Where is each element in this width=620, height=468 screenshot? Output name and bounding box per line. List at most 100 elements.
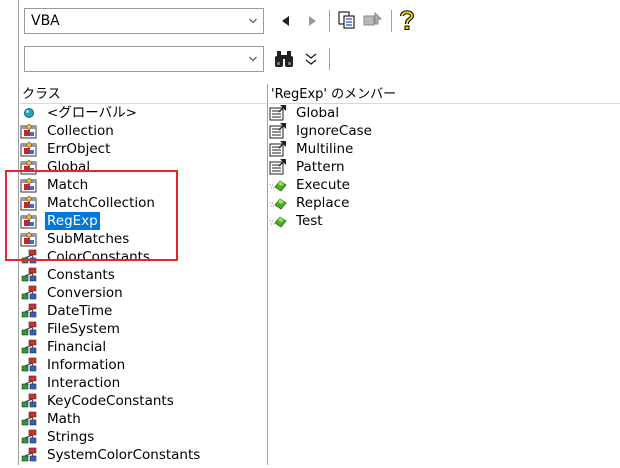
class-icon: [20, 195, 38, 211]
member-item-test[interactable]: Test: [269, 212, 619, 230]
toolbar-separator: [329, 10, 330, 32]
help-button[interactable]: [398, 9, 416, 31]
class-item-errobject[interactable]: ErrObject: [20, 140, 265, 158]
class-item-label: Information: [47, 357, 126, 373]
member-item-label: Multiline: [296, 141, 354, 157]
help-question-icon: [400, 10, 414, 30]
class-item-match[interactable]: Match: [20, 176, 265, 194]
member-item-label: Global: [296, 105, 340, 121]
class-item-regexp[interactable]: RegExp: [20, 212, 265, 230]
double-chevron-down-icon: [305, 53, 317, 65]
class-item-label: ErrObject: [47, 141, 111, 157]
class-item-label: ColorConstants: [47, 249, 150, 265]
triangle-left-icon: [282, 16, 289, 26]
search-dropdown[interactable]: [24, 46, 264, 72]
class-item-label: Interaction: [47, 375, 121, 391]
member-item-label: Test: [296, 213, 323, 229]
class-item-datetime[interactable]: DateTime: [20, 302, 265, 320]
binoculars-icon: [275, 51, 293, 67]
copy-icon: [338, 11, 355, 29]
member-item-label: Replace: [296, 195, 350, 211]
view-definition-icon: [363, 11, 383, 26]
class-item-filesystem[interactable]: FileSystem: [20, 320, 265, 338]
class-item-label: Match: [47, 177, 89, 193]
toolbar-separator: [329, 48, 330, 70]
module-icon: [20, 393, 38, 409]
module-icon: [20, 357, 38, 373]
class-item-label: Conversion: [47, 285, 123, 301]
class-item-conversion[interactable]: Conversion: [20, 284, 265, 302]
view-definition-button[interactable]: [361, 9, 385, 31]
go-back-button[interactable]: [279, 12, 293, 30]
class-item-label: RegExp: [45, 212, 100, 230]
search-button[interactable]: [273, 48, 295, 70]
class-item-label: SystemColorConstants: [47, 447, 201, 463]
class-icon: [20, 159, 38, 175]
member-item-global[interactable]: Global: [269, 104, 619, 122]
class-item-matchcollection[interactable]: MatchCollection: [20, 194, 265, 212]
class-item-strings[interactable]: Strings: [20, 428, 265, 446]
module-icon: [20, 303, 38, 319]
member-item-execute[interactable]: Execute: [269, 176, 619, 194]
class-item-globals[interactable]: <グローバル>: [20, 104, 265, 122]
class-item-global[interactable]: Global: [20, 158, 265, 176]
class-item-label: Collection: [47, 123, 114, 139]
pane-divider[interactable]: [267, 84, 268, 465]
module-icon: [20, 411, 38, 427]
class-item-collection[interactable]: Collection: [20, 122, 265, 140]
class-item-colorconstants[interactable]: ColorConstants: [20, 248, 265, 266]
member-item-label: Execute: [296, 177, 350, 193]
triangle-right-icon: [309, 16, 316, 26]
class-item-label: DateTime: [47, 303, 113, 319]
module-icon: [20, 429, 38, 445]
go-forward-button[interactable]: [305, 12, 319, 30]
library-dropdown-value: VBA: [31, 13, 60, 29]
class-icon: [20, 123, 38, 139]
module-icon: [20, 447, 38, 463]
class-item-label: FileSystem: [47, 321, 120, 337]
member-item-ignorecase[interactable]: IgnoreCase: [269, 122, 619, 140]
class-item-label: Math: [47, 411, 81, 427]
classes-list[interactable]: <グローバル> Collection ErrObject Global Match Mat…: [20, 104, 265, 464]
class-item-label: KeyCodeConstants: [47, 393, 174, 409]
member-item-pattern[interactable]: Pattern: [269, 158, 619, 176]
classes-header: クラス: [20, 86, 266, 104]
module-icon: [20, 339, 38, 355]
class-item-systemcolorconstants[interactable]: SystemColorConstants: [20, 446, 265, 464]
property-icon: [269, 159, 287, 175]
window-left-border: [18, 0, 19, 465]
module-icon: [20, 375, 38, 391]
class-item-information[interactable]: Information: [20, 356, 265, 374]
class-item-label: Constants: [47, 267, 115, 283]
class-icon: [20, 231, 38, 247]
members-header: 'RegExp' のメンバー: [269, 86, 620, 104]
class-item-constants[interactable]: Constants: [20, 266, 265, 284]
property-icon: [269, 123, 287, 139]
class-item-keycodeconstants[interactable]: KeyCodeConstants: [20, 392, 265, 410]
class-item-label: SubMatches: [47, 231, 130, 247]
member-item-label: Pattern: [296, 159, 345, 175]
module-icon: [20, 249, 38, 265]
property-icon: [269, 141, 287, 157]
module-icon: [20, 267, 38, 283]
class-item-label: <グローバル>: [47, 105, 137, 121]
library-dropdown[interactable]: VBA: [24, 8, 264, 34]
member-item-replace[interactable]: Replace: [269, 194, 619, 212]
chevron-down-icon: [249, 56, 257, 62]
class-item-interaction[interactable]: Interaction: [20, 374, 265, 392]
copy-to-clipboard-button[interactable]: [336, 9, 358, 31]
members-list[interactable]: Global IgnoreCase Multiline Pattern Execute R…: [269, 104, 619, 230]
property-icon: [269, 105, 287, 121]
class-icon: [20, 141, 38, 157]
class-item-math[interactable]: Math: [20, 410, 265, 428]
module-icon: [20, 285, 38, 301]
member-item-multiline[interactable]: Multiline: [269, 140, 619, 158]
class-icon: [20, 177, 38, 193]
method-icon: [269, 195, 287, 211]
toggle-search-results-button[interactable]: [303, 48, 319, 70]
member-item-label: IgnoreCase: [296, 123, 372, 139]
module-icon: [20, 321, 38, 337]
class-item-financial[interactable]: Financial: [20, 338, 265, 356]
class-item-submatches[interactable]: SubMatches: [20, 230, 265, 248]
chevron-down-icon: [249, 18, 257, 24]
